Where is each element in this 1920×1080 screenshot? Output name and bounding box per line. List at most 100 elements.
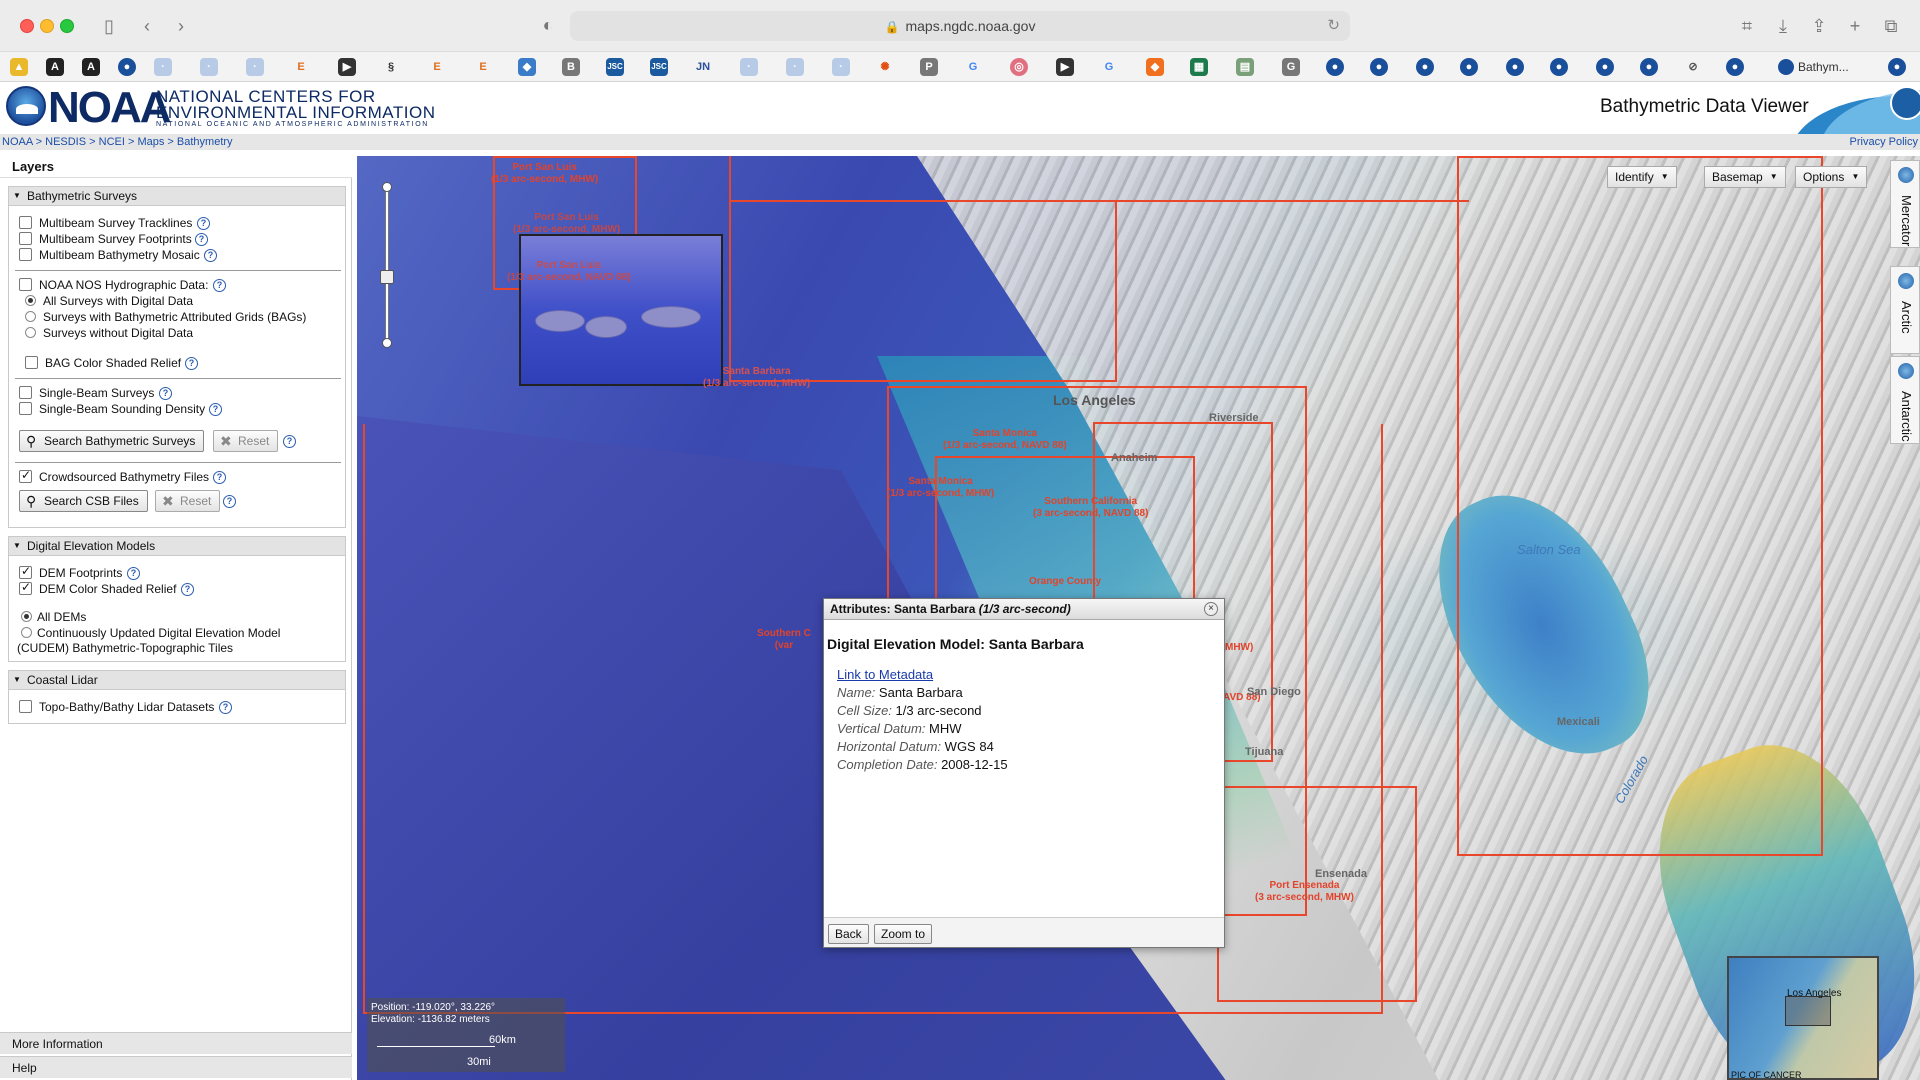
breadcrumb-item-maps[interactable]: Maps [137, 136, 164, 148]
favorite-jsc-icon[interactable]: JSC [606, 58, 624, 76]
help-icon[interactable]: ? [219, 701, 232, 714]
favorite-jsc-icon[interactable]: JSC [650, 58, 668, 76]
search-surveys-button[interactable]: ⚲ Search Bathymetric Surveys [19, 430, 205, 452]
favorite-noaa-icon[interactable]: ● [1326, 58, 1344, 76]
maximize-window-button[interactable] [60, 19, 74, 33]
search-csb-button[interactable]: ⚲ Search CSB Files [19, 490, 148, 512]
no-digital-radio[interactable] [25, 327, 36, 338]
options-dropdown[interactable]: Options [1795, 166, 1868, 188]
favorite-a-icon[interactable]: A [46, 58, 64, 76]
favorite-google-icon[interactable]: G [1100, 58, 1118, 76]
projection-tab-mercator[interactable]: Mercator [1890, 160, 1920, 248]
cudem-radio[interactable] [21, 627, 32, 638]
favorite-e-icon[interactable]: E [292, 58, 310, 76]
basemap-dropdown[interactable]: Basemap [1704, 166, 1786, 188]
favorite-tag-icon[interactable]: ▶ [1056, 58, 1074, 76]
help-icon[interactable]: ? [185, 357, 198, 370]
section-dem[interactable]: Digital Elevation Models [8, 536, 346, 556]
dem-footprint[interactable] [729, 200, 1117, 382]
help-icon[interactable]: ? [223, 495, 236, 508]
favorite-page-icon[interactable]: · [740, 58, 758, 76]
single-beam-checkbox[interactable] [19, 386, 32, 399]
breadcrumb-item-nesdis[interactable]: NESDIS [45, 136, 86, 148]
back-arrow-icon[interactable]: ‹ [134, 14, 160, 38]
popup-title[interactable]: Attributes: Santa Barbara (1/3 arc-secon… [824, 599, 1224, 620]
help-icon[interactable]: ? [204, 249, 217, 262]
breadcrumb-item-noaa[interactable]: NOAA [2, 136, 33, 148]
bag-relief-checkbox[interactable] [25, 356, 38, 369]
zoom-to-button[interactable]: Zoom to [874, 924, 933, 944]
sidebar-toggle-icon[interactable]: ▯ [96, 14, 122, 38]
help-icon[interactable]: ? [213, 471, 226, 484]
topo-bathy-checkbox[interactable] [19, 700, 32, 713]
favorite-noaa-icon[interactable]: ● [1640, 58, 1658, 76]
noaa-logo-icon[interactable] [6, 86, 46, 126]
favorite-noaa-icon[interactable]: ● [118, 58, 136, 76]
extension-icon[interactable]: ⌗ [1734, 14, 1760, 38]
section-coastal-lidar[interactable]: Coastal Lidar [8, 670, 346, 690]
favorite-tag-icon[interactable]: ▶ [338, 58, 356, 76]
favorite-doc-icon[interactable]: ▤ [1236, 58, 1254, 76]
download-icon[interactable]: ⤓ [1770, 14, 1796, 38]
minimize-window-button[interactable] [40, 19, 54, 33]
breadcrumb-item-bathymetry[interactable]: Bathymetry [177, 136, 233, 148]
dem-footprint[interactable] [729, 156, 1469, 202]
help-icon[interactable]: ? [213, 279, 226, 292]
privacy-policy-link[interactable]: Privacy Policy [1850, 134, 1918, 150]
forward-arrow-icon[interactable]: › [168, 14, 194, 38]
help-icon[interactable]: ? [197, 217, 210, 230]
favorite-noaa-icon[interactable]: ● [1888, 58, 1906, 76]
back-button[interactable]: Back [828, 924, 869, 944]
favorite-e-icon[interactable]: E [428, 58, 446, 76]
breadcrumb-item-ncei[interactable]: NCEI [99, 136, 125, 148]
all-surveys-radio[interactable] [25, 295, 36, 306]
close-icon[interactable]: × [1204, 602, 1218, 616]
identify-dropdown[interactable]: Identify [1607, 166, 1677, 188]
bag-surveys-radio[interactable] [25, 311, 36, 322]
noaa-wordmark[interactable]: NOAA [48, 84, 172, 132]
share-icon[interactable]: ⇪ [1806, 14, 1832, 38]
more-information-tab[interactable]: More Information [0, 1032, 352, 1054]
favorite-page-icon[interactable]: · [786, 58, 804, 76]
help-icon[interactable]: ? [159, 387, 172, 400]
reset-surveys-button[interactable]: ✖ Reset [213, 430, 279, 452]
projection-tab-antarctic[interactable]: Antarctic [1890, 356, 1920, 444]
overview-extent-rect[interactable] [1785, 996, 1831, 1026]
zoom-slider[interactable] [385, 188, 389, 343]
favorite-noaa-icon[interactable]: ● [1726, 58, 1744, 76]
favorite-noaa-icon[interactable]: ● [1370, 58, 1388, 76]
help-icon[interactable]: ? [127, 567, 140, 580]
favorite-p-icon[interactable]: P [920, 58, 938, 76]
address-bar[interactable]: 🔒 maps.ngdc.noaa.gov ↻ [570, 11, 1350, 41]
favorite-noaa-icon[interactable]: ● [1460, 58, 1478, 76]
favorite-sun-icon[interactable]: ✺ [876, 58, 894, 76]
zoom-in-icon[interactable] [382, 182, 392, 192]
new-tab-icon[interactable]: + [1842, 14, 1868, 38]
dem-footprints-checkbox[interactable] [19, 564, 32, 579]
favorite-page-icon[interactable]: · [832, 58, 850, 76]
metadata-link[interactable]: Link to Metadata [837, 667, 933, 682]
reset-csb-button[interactable]: ✖ Reset [155, 490, 221, 512]
close-window-button[interactable] [20, 19, 34, 33]
favorite-page-icon[interactable]: · [200, 58, 218, 76]
favorite-page-icon[interactable]: · [246, 58, 264, 76]
projection-tab-arctic[interactable]: Arctic [1890, 266, 1920, 354]
reload-icon[interactable]: ↻ [1327, 11, 1340, 41]
favorite-b-icon[interactable]: B [562, 58, 580, 76]
favorite-g-icon[interactable]: G [1282, 58, 1300, 76]
overview-map[interactable]: Los Angeles PIC OF CANCER [1727, 956, 1879, 1080]
favorite-link-icon[interactable]: § [382, 58, 400, 76]
csb-files-checkbox[interactable] [19, 468, 32, 483]
favorite-noaa-icon[interactable]: ● [1596, 58, 1614, 76]
favorite-e-icon[interactable]: E [474, 58, 492, 76]
favorite-noaa-icon[interactable]: ● [1550, 58, 1568, 76]
active-tab[interactable]: Bathym... [1770, 56, 1880, 78]
help-tab[interactable]: Help [0, 1056, 352, 1078]
multibeam-tracklines-checkbox[interactable] [19, 216, 32, 229]
favorite-google-icon[interactable]: G [964, 58, 982, 76]
favorite-box-icon[interactable]: ◆ [1146, 58, 1164, 76]
favorite-sheet-icon[interactable]: ▦ [1190, 58, 1208, 76]
help-icon[interactable]: ? [209, 403, 222, 416]
favorite-drive-icon[interactable]: ▲ [10, 58, 28, 76]
favorite-circle-icon[interactable]: ◎ [1010, 58, 1028, 76]
